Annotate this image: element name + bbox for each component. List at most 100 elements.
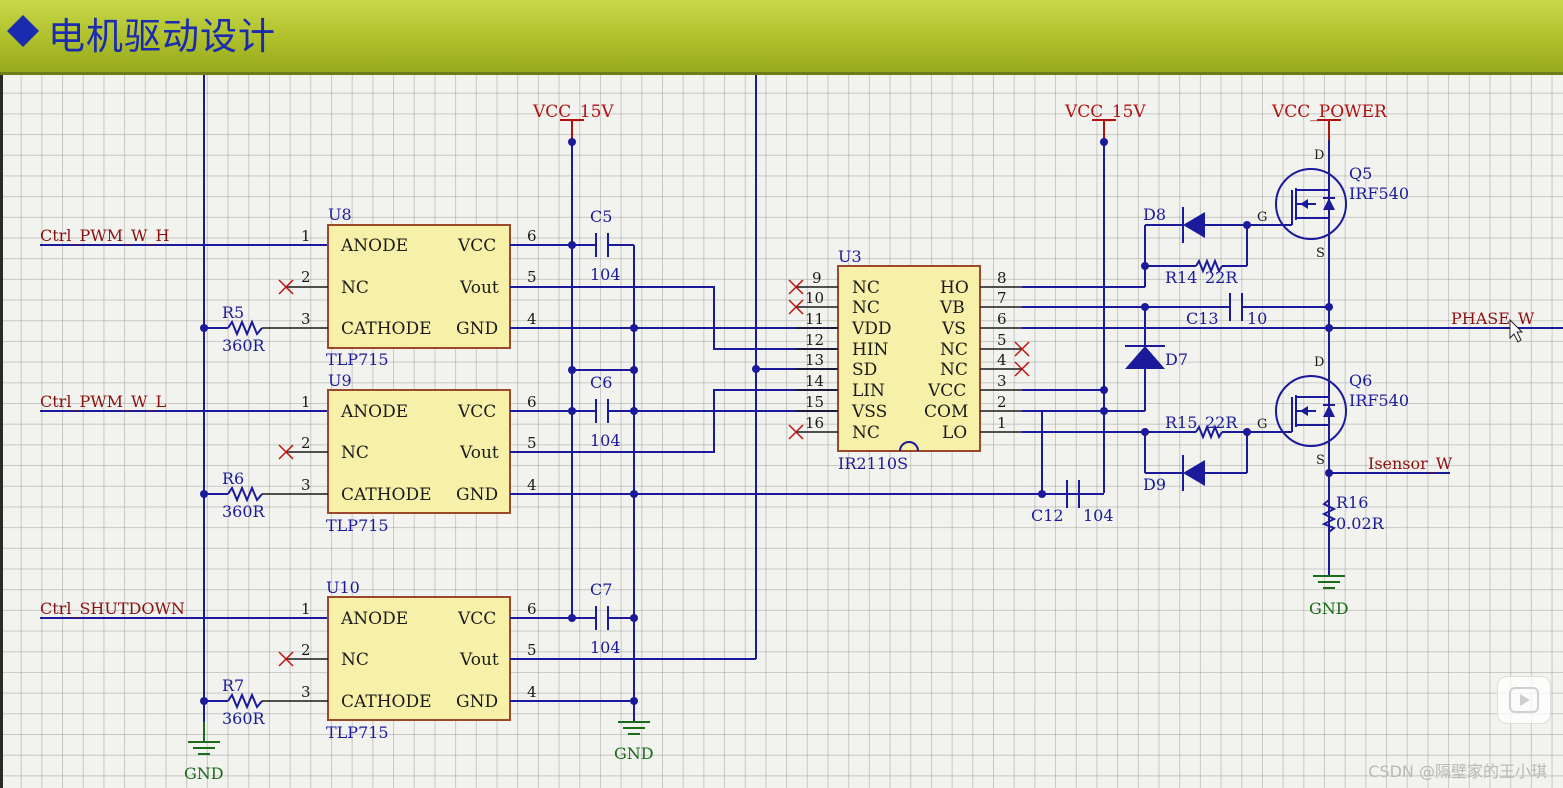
capacitor-c13: C13 10: [1186, 293, 1267, 328]
svg-text:2: 2: [301, 641, 311, 659]
video-play-badge[interactable]: [1497, 676, 1551, 724]
svg-text:7: 7: [997, 289, 1007, 307]
vcc-15v-symbol-left: VCC_15V: [532, 102, 614, 140]
svg-text:Vout: Vout: [459, 443, 499, 463]
gate-driver-u3: U3 IR2110S 9 10 11 12 13 14 15 16 NC NC: [796, 247, 1022, 473]
svg-text:VCC: VCC: [457, 609, 496, 629]
svg-text:D: D: [1314, 148, 1324, 163]
svg-text:2: 2: [997, 393, 1007, 411]
svg-text:14: 14: [805, 372, 824, 390]
ground-symbol-right: GND: [1309, 575, 1349, 618]
isensor-w-label: Isensor_W: [1368, 454, 1453, 473]
optocoupler-u9: U9 ANODE NC CATHODE VCC Vout GND 1 2 3 6…: [262, 371, 537, 535]
resistor-r15: R15 22R: [1165, 413, 1238, 440]
svg-text:GND: GND: [456, 692, 498, 712]
svg-text:S: S: [1316, 453, 1325, 468]
ctrl-shutdown-label: Ctrl_SHUTDOWN: [40, 599, 185, 618]
svg-text:1: 1: [301, 600, 311, 618]
svg-text:GND: GND: [456, 485, 498, 505]
svg-text:360R: 360R: [222, 502, 266, 521]
vcc-15v-symbol-right: VCC_15V: [1064, 102, 1146, 140]
svg-text:D: D: [1314, 355, 1324, 370]
svg-text:NC: NC: [341, 650, 369, 670]
svg-text:6: 6: [997, 310, 1007, 328]
svg-text:D7: D7: [1165, 350, 1188, 369]
svg-text:9: 9: [812, 269, 822, 287]
svg-text:4: 4: [527, 476, 537, 494]
svg-text:5: 5: [527, 641, 537, 659]
u9-ref: U9: [328, 371, 352, 390]
svg-text:R6: R6: [222, 469, 244, 488]
svg-text:COM: COM: [924, 402, 968, 422]
svg-text:LIN: LIN: [852, 381, 885, 401]
svg-text:C12: C12: [1031, 506, 1064, 525]
svg-text:4: 4: [527, 683, 537, 701]
svg-text:VDD: VDD: [851, 319, 892, 339]
svg-text:D9: D9: [1143, 475, 1166, 494]
u8-ref: U8: [328, 205, 352, 224]
svg-text:IRF540: IRF540: [1349, 391, 1409, 410]
watermark: CSDN @隔壁家的王小琪: [1368, 762, 1547, 781]
svg-text:R16: R16: [1336, 493, 1368, 512]
svg-text:NC: NC: [341, 278, 369, 298]
svg-text:Vout: Vout: [459, 650, 499, 670]
ground-symbol-mid: GND: [614, 721, 654, 763]
svg-text:NC: NC: [341, 443, 369, 463]
svg-text:1: 1: [301, 227, 311, 245]
svg-text:G: G: [1257, 417, 1267, 432]
svg-text:GND: GND: [1309, 599, 1349, 618]
schematic-canvas: VCC_15V VCC_15V VCC_POWER Ctrl_PWM_W_H C…: [0, 75, 1563, 788]
svg-text:360R: 360R: [222, 336, 266, 355]
svg-text:LO: LO: [942, 423, 967, 443]
svg-text:NC: NC: [852, 298, 880, 318]
diode-d9: D9: [1143, 455, 1205, 494]
vcc-power-symbol: VCC_POWER: [1271, 102, 1388, 140]
svg-text:15: 15: [805, 393, 824, 411]
svg-text:NC: NC: [852, 278, 880, 298]
svg-text:6: 6: [527, 227, 537, 245]
svg-text:IRF540: IRF540: [1349, 184, 1409, 203]
svg-text:CATHODE: CATHODE: [341, 485, 432, 505]
svg-text:ANODE: ANODE: [340, 236, 408, 256]
svg-text:NC: NC: [940, 360, 968, 380]
phase-w-label: PHASE_W: [1451, 309, 1535, 328]
svg-text:22R: 22R: [1205, 413, 1238, 432]
svg-text:4: 4: [527, 310, 537, 328]
u10-ref: U10: [326, 578, 360, 597]
svg-text:C7: C7: [590, 580, 612, 599]
svg-text:GND: GND: [456, 319, 498, 339]
vcc-15v-label-right: VCC_15V: [1064, 102, 1146, 122]
svg-text:3: 3: [997, 372, 1007, 390]
resistor-r16: R16 0.02R: [1321, 493, 1385, 533]
svg-text:3: 3: [301, 683, 311, 701]
svg-text:10: 10: [1247, 309, 1267, 328]
no-connect-marks-opto: [278, 279, 294, 667]
svg-text:5: 5: [997, 331, 1007, 349]
svg-text:C6: C6: [590, 373, 612, 392]
capacitor-c12: C12 104: [1031, 480, 1114, 525]
resistor-r7: R7 360R: [204, 676, 266, 728]
svg-text:2: 2: [301, 434, 311, 452]
ground-symbol-left: GND: [184, 722, 224, 783]
svg-text:22R: 22R: [1205, 268, 1238, 287]
svg-text:R7: R7: [222, 676, 244, 695]
svg-text:R15: R15: [1165, 413, 1197, 432]
play-icon: [1509, 687, 1539, 713]
vcc-power-label: VCC_POWER: [1271, 102, 1388, 122]
svg-text:HIN: HIN: [852, 340, 889, 360]
svg-text:S: S: [1316, 246, 1325, 261]
svg-text:104: 104: [590, 638, 621, 657]
svg-text:5: 5: [527, 434, 537, 452]
svg-text:8: 8: [997, 269, 1007, 287]
svg-text:ANODE: ANODE: [340, 609, 408, 629]
svg-text:Q6: Q6: [1349, 371, 1372, 390]
schematic-svg: VCC_15V VCC_15V VCC_POWER Ctrl_PWM_W_H C…: [40, 75, 1563, 783]
svg-text:NC: NC: [940, 340, 968, 360]
svg-text:C5: C5: [590, 207, 612, 226]
svg-text:CATHODE: CATHODE: [341, 319, 432, 339]
svg-text:U3: U3: [838, 247, 862, 266]
svg-text:3: 3: [301, 310, 311, 328]
svg-text:1: 1: [301, 393, 311, 411]
svg-text:4: 4: [997, 351, 1007, 369]
svg-text:C13: C13: [1186, 309, 1219, 328]
